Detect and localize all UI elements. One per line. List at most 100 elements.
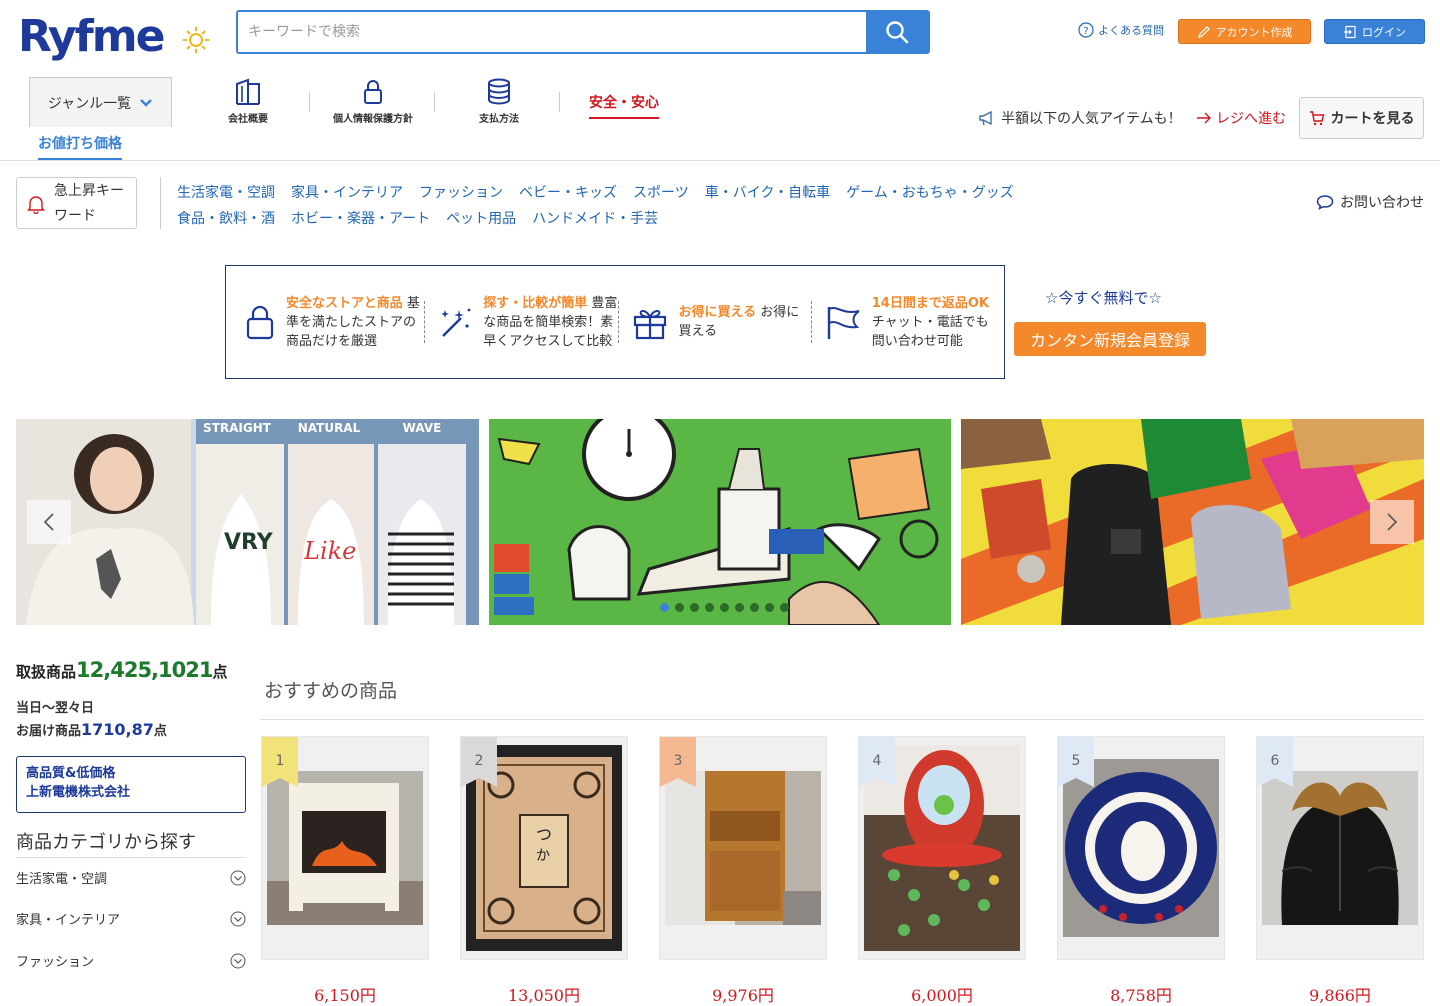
feature-highlight: 安全なストアと商品 — [286, 295, 403, 311]
category-link[interactable]: ハンドメイド・手芸 — [532, 206, 658, 232]
signup-button[interactable]: アカウント作成 — [1178, 19, 1311, 44]
sidebar-category-label: 家具・インテリア — [16, 913, 121, 928]
feature-item: 14日間まで返品OK チャット・電話でも 問い合わせ可能 — [824, 283, 1004, 361]
feature-highlight: 探す・比較が簡単 — [483, 295, 588, 311]
nav-privacy[interactable]: 個人情報保護方針 — [318, 78, 428, 125]
sidebar-category-item[interactable]: ファッション — [16, 951, 246, 970]
carousel-dot[interactable] — [660, 603, 669, 612]
stock-suffix: 点 — [212, 663, 228, 681]
cart-button[interactable]: カートを見る — [1299, 97, 1424, 139]
checkout-link[interactable]: レジへ進む — [1196, 108, 1286, 128]
search-button[interactable] — [866, 12, 928, 52]
category-link[interactable]: 食品・飲料・酒 — [177, 206, 275, 232]
login-button[interactable]: ログイン — [1324, 19, 1425, 44]
cart-label: カートを見る — [1330, 111, 1415, 127]
banner-label: NATURAL — [298, 421, 361, 435]
half-price-notice[interactable]: 半額以下の人気アイテムも！ — [978, 108, 1182, 128]
carousel-dot[interactable] — [750, 603, 759, 612]
carousel-dot[interactable] — [780, 603, 789, 612]
category-link[interactable]: ゲーム・おもちゃ・グッズ — [846, 180, 1014, 206]
carousel-dot[interactable] — [675, 603, 684, 612]
feature-item: 探す・比較が簡単 豊富な商品を簡単検索！素早くアクセスして比較 — [437, 283, 617, 361]
category-link[interactable]: ホビー・楽器・アート — [291, 206, 430, 232]
search-input[interactable] — [238, 12, 866, 52]
carousel-dot[interactable] — [735, 603, 744, 612]
stock-prefix: 取扱商品 — [16, 663, 77, 681]
promo-line2: 上新電機株式会社 — [26, 785, 131, 800]
product-card[interactable]: 5 — [1057, 736, 1225, 960]
register-button[interactable]: カンタン新規会員登録 — [1014, 322, 1206, 356]
divider — [424, 301, 426, 343]
nav-privacy-label: 個人情報保護方針 — [333, 114, 413, 125]
carousel-prev-button[interactable] — [27, 500, 71, 544]
carousel-next-button[interactable] — [1370, 500, 1414, 544]
category-link[interactable]: 車・バイク・自転車 — [705, 180, 830, 206]
nextday-suffix: 点 — [153, 724, 167, 739]
svg-text:つ: つ — [536, 825, 552, 844]
database-icon — [488, 78, 510, 105]
product-card[interactable]: 6 — [1256, 736, 1424, 960]
nextday-line1: 当日〜翌々日 — [16, 701, 95, 716]
contact-link[interactable]: お問い合わせ — [1316, 192, 1424, 212]
faq-label: よくある質問 — [1098, 24, 1164, 37]
site-logo[interactable]: Ryfme — [18, 12, 165, 62]
faq-link[interactable]: ? よくある質問 — [1078, 22, 1164, 38]
genre-label: ジャンル一覧 — [47, 95, 132, 112]
nav-payment[interactable]: 支払方法 — [444, 78, 554, 125]
trending-keywords-button[interactable]: 急上昇キーワード — [16, 177, 137, 229]
category-link[interactable]: ベビー・キッズ — [519, 180, 617, 206]
carousel-dot[interactable] — [720, 603, 729, 612]
bell-icon — [27, 196, 45, 214]
product-image — [665, 771, 821, 925]
promo-box[interactable]: 高品質&低価格 上新電機株式会社 — [16, 756, 246, 813]
nextday-count: 当日〜翌々日 お届け商品1710,87点 — [16, 698, 167, 742]
product-card[interactable]: 3 — [659, 736, 827, 960]
tab-discount[interactable]: お値打ち価格 — [38, 133, 122, 160]
genre-dropdown[interactable]: ジャンル一覧 — [29, 77, 172, 127]
sun-icon — [183, 27, 209, 53]
checkout-label: レジへ進む — [1216, 111, 1286, 127]
sidebar-category-item[interactable]: 家具・インテリア — [16, 909, 246, 928]
divider — [16, 857, 246, 858]
feature-box: 安全なストアと商品 基準を満たしたストアの 商品だけを厳選 探す・比較が簡単 豊… — [225, 265, 1005, 379]
nav-company[interactable]: 会社概要 — [193, 78, 303, 125]
chevron-left-icon — [43, 513, 54, 531]
nav-safe[interactable]: 安全・安心 — [589, 92, 659, 119]
chevron-down-circle-icon — [230, 953, 246, 968]
banner-illustration[interactable] — [489, 419, 951, 625]
category-link[interactable]: 家具・インテリア — [291, 180, 403, 206]
product-card[interactable]: 1 — [261, 736, 429, 960]
banner-fashion[interactable]: VRY Like STRAIGHT NATURAL WAVE — [16, 419, 479, 625]
svg-text:VRY: VRY — [224, 530, 274, 555]
megaphone-icon — [979, 110, 992, 126]
category-links: 生活家電・空調 家具・インテリア ファッション ベビー・キッズ スポーツ 車・バイク・自転… — [177, 180, 1057, 232]
contact-label: お問い合わせ — [1340, 195, 1424, 211]
divider — [810, 301, 812, 343]
divider — [0, 160, 1440, 161]
category-link[interactable]: ファッション — [419, 180, 503, 206]
flag-icon — [827, 307, 860, 339]
stock-number: 12,425,1021 — [76, 658, 213, 682]
stock-count: 取扱商品12,425,1021点 — [16, 658, 228, 682]
carousel-dot[interactable] — [765, 603, 774, 612]
feature-highlight: お得に買える — [678, 305, 757, 320]
sidebar-category-item[interactable]: 生活家電・空調 — [16, 868, 246, 887]
banner-label: STRAIGHT — [203, 421, 272, 435]
banner-bags[interactable] — [961, 419, 1424, 625]
svg-text:か: か — [536, 848, 550, 864]
carousel-dot[interactable] — [705, 603, 714, 612]
category-link[interactable]: 生活家電・空調 — [177, 180, 275, 206]
carousel-dot[interactable] — [690, 603, 699, 612]
pencil-icon — [1197, 25, 1210, 38]
gift-icon — [633, 310, 666, 340]
category-link[interactable]: スポーツ — [633, 180, 689, 206]
divider — [617, 301, 619, 343]
product-card[interactable]: 4 — [858, 736, 1026, 960]
nav-divider — [434, 92, 435, 112]
sidebar-category-label: 生活家電・空調 — [16, 872, 108, 887]
category-link[interactable]: ペット用品 — [446, 206, 516, 232]
product-card[interactable]: つか 2 — [460, 736, 628, 960]
nav-company-label: 会社概要 — [228, 114, 268, 125]
building-icon — [236, 78, 260, 105]
chevron-down-circle-icon — [230, 911, 246, 926]
